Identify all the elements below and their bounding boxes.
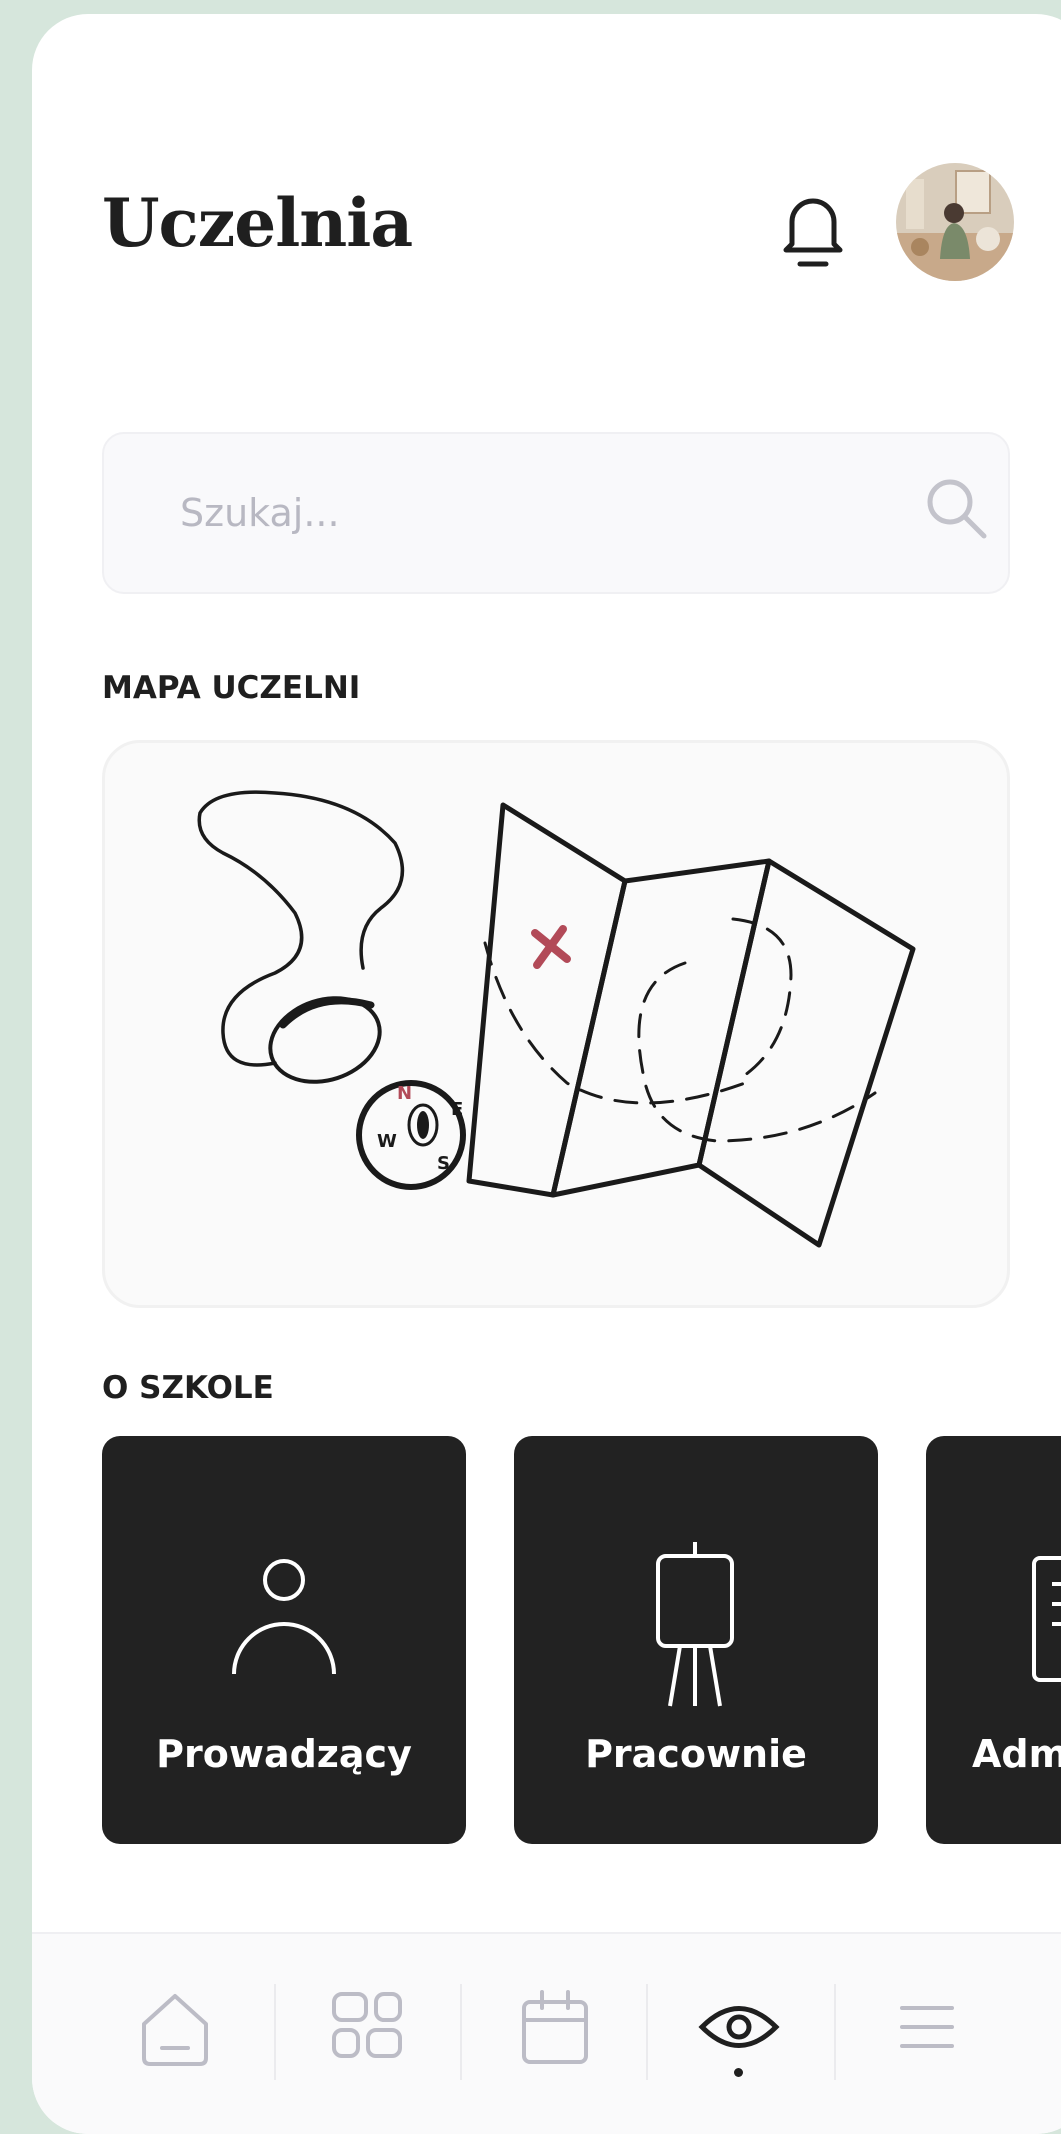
compass-east-label: E <box>451 1099 463 1120</box>
nav-divider <box>460 1984 462 2080</box>
card-prowadzacy[interactable]: Prowadzący <box>102 1436 466 1844</box>
person-icon <box>232 1559 336 1675</box>
page-title: Uczelnia <box>102 184 413 262</box>
nav-divider <box>834 1984 836 2080</box>
avatar[interactable] <box>896 163 1014 281</box>
card-label: Pracownie <box>585 1732 807 1776</box>
eye-icon[interactable] <box>696 1984 782 2070</box>
nav-divider <box>646 1984 648 2080</box>
active-indicator-dot <box>734 2068 743 2077</box>
section-title-about: O SZKOLE <box>102 1370 274 1406</box>
search-input[interactable] <box>180 482 830 544</box>
card-pracownie[interactable]: Pracownie <box>514 1436 878 1844</box>
grid-icon[interactable] <box>324 1984 410 2070</box>
document-icon <box>1032 1556 1061 1682</box>
card-administracja[interactable]: Adm <box>926 1436 1061 1844</box>
home-icon[interactable] <box>132 1984 218 2070</box>
search-bar[interactable] <box>102 432 1010 594</box>
compass-south-label: S <box>437 1153 450 1174</box>
menu-icon[interactable] <box>884 1984 970 2070</box>
compass-west-label: W <box>377 1131 397 1152</box>
compass-north-label: N <box>397 1083 412 1104</box>
app-screen: Uczelnia MAPA UCZELNI <box>32 14 1061 2134</box>
calendar-icon[interactable] <box>512 1984 598 2070</box>
card-label: Adm <box>972 1732 1061 1776</box>
map-illustration: N E S W <box>197 790 916 1248</box>
bell-icon[interactable] <box>778 182 848 272</box>
section-title-map: MAPA UCZELNI <box>102 670 361 706</box>
search-icon[interactable] <box>922 474 992 544</box>
nav-divider <box>274 1984 276 2080</box>
campus-map-card[interactable]: N E S W <box>102 740 1010 1308</box>
card-label: Prowadzący <box>156 1732 412 1776</box>
easel-icon <box>656 1542 734 1707</box>
